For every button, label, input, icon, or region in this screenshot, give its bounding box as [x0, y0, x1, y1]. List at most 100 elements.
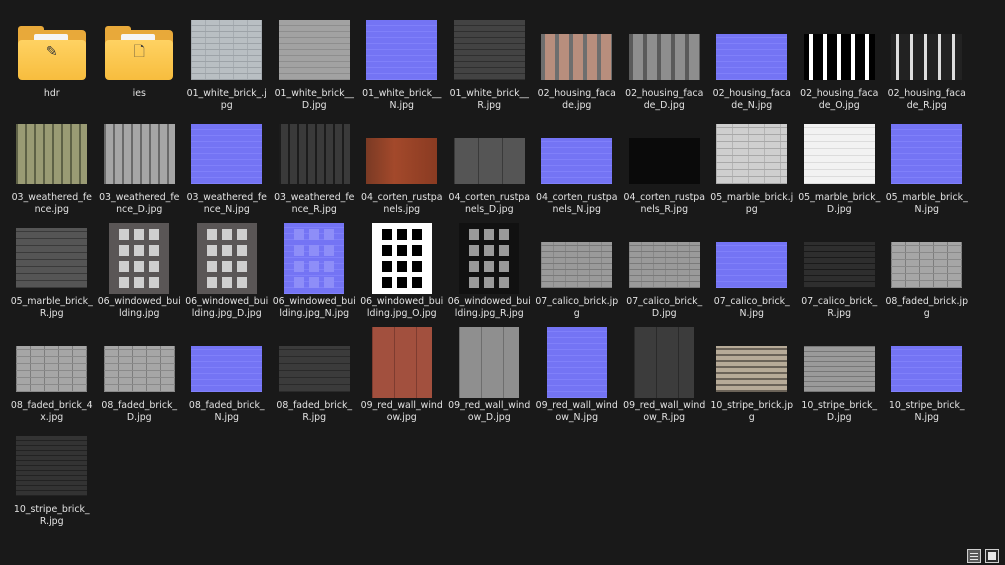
thumbnail-frame — [449, 120, 529, 188]
file-item[interactable]: 03_weathered_fence.jpg — [8, 116, 96, 220]
thumbnail-frame — [449, 326, 529, 398]
window-pane — [221, 244, 232, 256]
thumbnail-frame — [537, 224, 617, 292]
file-name-label: 02_housing_facade_R.jpg — [887, 88, 966, 111]
file-name-label: 04_corten_rustpanels.jpg — [361, 192, 443, 215]
window-pane — [499, 244, 510, 256]
file-item[interactable]: 01_white_brick__R.jpg — [446, 12, 534, 116]
file-item[interactable]: 05_marble_brick_D.jpg — [796, 116, 884, 220]
window-pane — [206, 276, 217, 288]
file-item[interactable]: 04_corten_rustpanels_R.jpg — [621, 116, 709, 220]
file-item[interactable]: 08_faded_brick_D.jpg — [96, 324, 184, 428]
file-name-label: 05_marble_brick_N.jpg — [885, 192, 968, 215]
file-item[interactable]: 01_white_brick__N.jpg — [358, 12, 446, 116]
image-thumbnail — [803, 124, 875, 184]
file-item[interactable]: 05_marble_brick_N.jpg — [883, 116, 971, 220]
file-item[interactable]: 02_housing_facade_R.jpg — [883, 12, 971, 116]
file-item[interactable]: 08_faded_brick_N.jpg — [183, 324, 271, 428]
window-pane — [381, 244, 392, 256]
file-item[interactable]: 07_calico_brick_N.jpg — [708, 220, 796, 324]
file-item[interactable]: 06_windowed_building.jpg_N.jpg — [271, 220, 359, 324]
thumbnail-frame — [537, 120, 617, 188]
file-name-label: 06_windowed_building.jpg_R.jpg — [447, 296, 531, 319]
file-name-label: 10_stripe_brick_N.jpg — [888, 400, 965, 423]
thumbnail-frame — [99, 328, 179, 396]
file-item[interactable]: 10_stripe_brick_R.jpg — [8, 428, 96, 532]
window-pane — [469, 276, 480, 288]
folder-item[interactable]: 🗋 ies — [96, 12, 184, 116]
file-name-label: 02_housing_facade_O.jpg — [800, 88, 879, 111]
file-item[interactable]: 09_red_wall_window_R.jpg — [621, 324, 709, 428]
window-pane — [119, 276, 130, 288]
file-item[interactable]: 01_white_brick_.jpg — [183, 12, 271, 116]
image-thumbnail — [716, 242, 788, 288]
file-item[interactable]: 03_weathered_fence_N.jpg — [183, 116, 271, 220]
image-thumbnail — [103, 346, 175, 392]
thumbnail-frame: 🗋 — [99, 16, 179, 84]
file-item[interactable]: 06_windowed_building.jpg_D.jpg — [183, 220, 271, 324]
file-item[interactable]: 10_stripe_brick_D.jpg — [796, 324, 884, 428]
thumbnail-frame — [887, 120, 967, 188]
thumbnail-frame — [624, 120, 704, 188]
window-pane — [236, 244, 247, 256]
image-thumbnail — [278, 20, 350, 80]
file-name-label: 10_stripe_brick_D.jpg — [801, 400, 878, 423]
window-pane — [396, 244, 407, 256]
file-item[interactable]: 02_housing_facade_D.jpg — [621, 12, 709, 116]
thumbnail-view-button[interactable] — [985, 549, 999, 563]
file-item[interactable]: 05_marble_brick_R.jpg — [8, 220, 96, 324]
file-item[interactable]: 09_red_wall_window_D.jpg — [446, 324, 534, 428]
file-name-label: 08_faded_brick_R.jpg — [276, 400, 353, 423]
thumbnail-frame — [12, 224, 92, 292]
file-item[interactable]: 08_faded_brick_R.jpg — [271, 324, 359, 428]
file-item[interactable]: 06_windowed_building.jpg_O.jpg — [358, 220, 446, 324]
file-item[interactable]: 02_housing_facade.jpg — [533, 12, 621, 116]
window-pane — [499, 228, 510, 240]
file-item[interactable]: 04_corten_rustpanels.jpg — [358, 116, 446, 220]
window-pane — [236, 276, 247, 288]
file-item[interactable]: 03_weathered_fence_D.jpg — [96, 116, 184, 220]
file-item[interactable]: 02_housing_facade_O.jpg — [796, 12, 884, 116]
image-thumbnail — [634, 326, 695, 398]
file-item[interactable]: 10_stripe_brick_N.jpg — [883, 324, 971, 428]
file-item[interactable]: 09_red_wall_window.jpg — [358, 324, 446, 428]
file-name-label: 02_housing_facade.jpg — [537, 88, 616, 111]
file-item[interactable]: 02_housing_facade_N.jpg — [708, 12, 796, 116]
file-item[interactable]: 05_marble_brick.jpg — [708, 116, 796, 220]
thumbnail-frame — [274, 328, 354, 396]
file-item[interactable]: 04_corten_rustpanels_N.jpg — [533, 116, 621, 220]
thumbnail-frame — [712, 16, 792, 84]
file-name-label: 07_calico_brick_N.jpg — [713, 296, 790, 319]
window-pane — [484, 276, 495, 288]
details-view-button[interactable] — [967, 549, 981, 563]
file-item[interactable]: 07_calico_brick.jpg — [533, 220, 621, 324]
file-item[interactable]: 08_faded_brick.jpg — [883, 220, 971, 324]
file-name-label: 06_windowed_building.jpg_D.jpg — [185, 296, 269, 319]
window-pane — [294, 228, 305, 240]
file-item[interactable]: 03_weathered_fence_R.jpg — [271, 116, 359, 220]
file-item[interactable]: 07_calico_brick_R.jpg — [796, 220, 884, 324]
thumbnail-frame: ✎ — [12, 16, 92, 84]
folder-item[interactable]: ✎ hdr — [8, 12, 96, 116]
folder-glyph-icon: ✎ — [45, 44, 58, 60]
file-name-label: 02_housing_facade_D.jpg — [625, 88, 704, 111]
file-item[interactable]: 07_calico_brick_D.jpg — [621, 220, 709, 324]
image-thumbnail — [191, 346, 263, 392]
file-item[interactable]: 10_stripe_brick.jpg — [708, 324, 796, 428]
image-thumbnail — [109, 222, 170, 294]
file-item[interactable]: 01_white_brick__D.jpg — [271, 12, 359, 116]
file-item[interactable]: 04_corten_rustpanels_D.jpg — [446, 116, 534, 220]
window-pane — [411, 228, 422, 240]
image-thumbnail — [628, 242, 700, 288]
view-mode-toggle — [967, 549, 999, 563]
image-thumbnail — [191, 124, 263, 184]
file-item[interactable]: 08_faded_brick_4x.jpg — [8, 324, 96, 428]
file-item[interactable]: 09_red_wall_window_N.jpg — [533, 324, 621, 428]
file-item[interactable]: 06_windowed_building.jpg_R.jpg — [446, 220, 534, 324]
file-name-label: 09_red_wall_window_N.jpg — [535, 400, 618, 423]
file-item[interactable]: 06_windowed_building.jpg — [96, 220, 184, 324]
window-pane — [381, 276, 392, 288]
file-name-label: 03_weathered_fence.jpg — [11, 192, 92, 215]
window-pane — [206, 260, 217, 272]
file-name-label: 03_weathered_fence_N.jpg — [186, 192, 267, 215]
